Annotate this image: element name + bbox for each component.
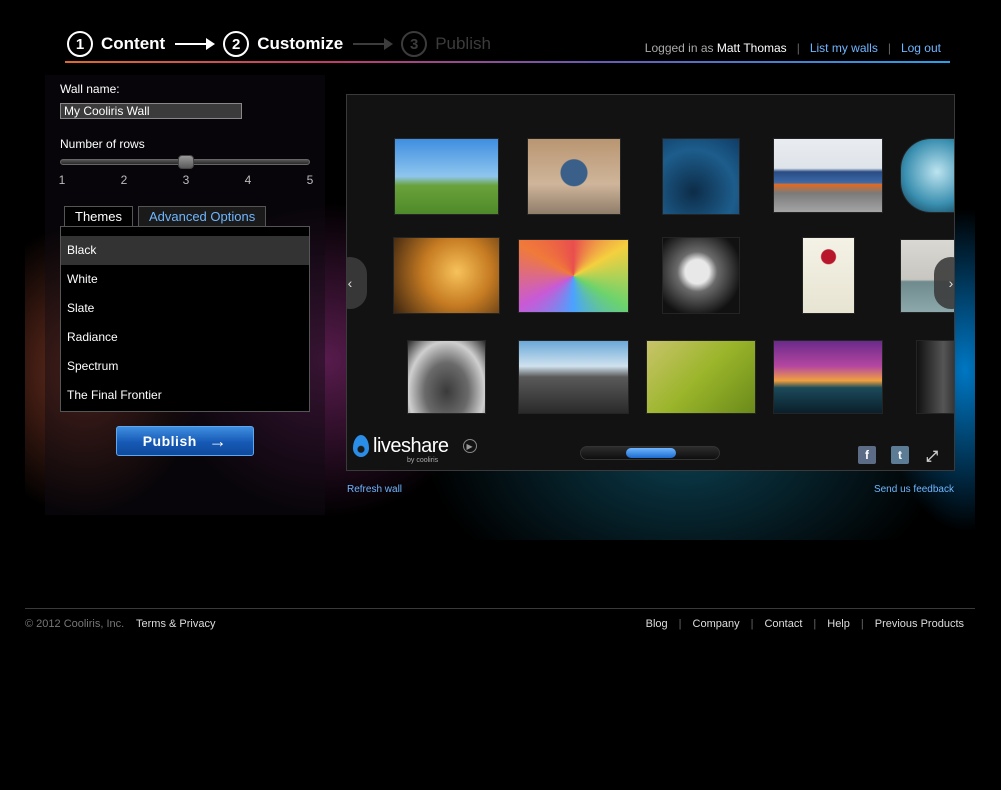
play-icon[interactable]: ▶	[462, 439, 477, 453]
separator: |	[887, 41, 891, 55]
brand-name: liveshare	[373, 435, 449, 457]
chevron-right-icon[interactable]: ›	[934, 257, 954, 309]
expand-icon[interactable]: ⤢	[923, 447, 941, 465]
photo-thumbnail[interactable]	[663, 238, 739, 313]
photo-thumbnail[interactable]	[663, 139, 739, 214]
separator: |	[750, 618, 754, 630]
photo-thumbnail[interactable]	[774, 341, 882, 413]
step-arrow-icon	[175, 38, 216, 50]
tab-themes[interactable]: Themes	[64, 206, 133, 227]
publish-label: Publish	[142, 433, 197, 449]
terms-privacy-link[interactable]: Terms & Privacy	[136, 618, 215, 630]
tab-advanced-options[interactable]: Advanced Options	[137, 206, 267, 226]
send-feedback-link[interactable]: Send us feedback	[874, 484, 954, 495]
arrow-right-icon: →	[208, 430, 228, 451]
footer-divider	[25, 608, 975, 609]
step-label: Publish	[435, 34, 491, 53]
separator: |	[813, 618, 817, 630]
theme-item-radiance[interactable]: Radiance	[61, 323, 309, 352]
user-name: Matt Thomas	[716, 41, 787, 55]
photo-thumbnail[interactable]	[519, 240, 628, 312]
rows-tick: 5	[306, 173, 314, 187]
step-content[interactable]: 1 Content	[67, 31, 165, 57]
footer-link-contact[interactable]: Contact	[764, 618, 802, 630]
wizard-steps: 1 Content 2 Customize 3 Publish	[67, 30, 491, 58]
photo-thumbnail[interactable]	[519, 341, 628, 413]
footer-link-previous-products[interactable]: Previous Products	[875, 618, 964, 630]
step-number: 3	[401, 31, 428, 57]
photo-thumbnail[interactable]	[803, 238, 854, 313]
footer-link-company[interactable]: Company	[693, 618, 740, 630]
separator: |	[678, 618, 682, 630]
rows-slider-thumb[interactable]	[178, 155, 194, 169]
rows-label: Number of rows	[60, 137, 145, 151]
theme-item-final-frontier[interactable]: The Final Frontier	[61, 381, 309, 410]
list-walls-link[interactable]: List my walls	[810, 41, 878, 55]
step-customize[interactable]: 2 Customize	[223, 31, 343, 57]
photo-thumbnail[interactable]	[917, 341, 954, 413]
theme-item-black[interactable]: Black	[61, 236, 309, 265]
theme-item-spectrum[interactable]: Spectrum	[61, 352, 309, 381]
step-number: 1	[67, 31, 93, 57]
rows-tick: 1	[58, 173, 66, 187]
step-label: Customize	[257, 34, 344, 53]
logged-in-text: Logged in as Matt Thomas	[644, 41, 787, 55]
photo-thumbnail[interactable]	[394, 238, 499, 313]
theme-item-white[interactable]: White	[61, 265, 309, 294]
separator: |	[860, 618, 864, 630]
rows-tick: 3	[182, 173, 190, 187]
options-tabs: Themes Advanced Options	[64, 206, 267, 227]
wall-scrollbar[interactable]	[580, 446, 720, 460]
footer-link-blog[interactable]: Blog	[646, 618, 668, 630]
photo-thumbnail[interactable]	[395, 139, 498, 214]
step-number: 2	[223, 31, 250, 57]
facebook-icon[interactable]: f	[858, 446, 876, 464]
user-nav: Logged in as Matt Thomas | List my walls…	[645, 41, 941, 55]
separator: |	[796, 41, 800, 55]
photo-thumbnail[interactable]	[901, 139, 954, 212]
brand-sub: by cooliris	[407, 457, 439, 464]
photo-thumbnail[interactable]	[408, 341, 485, 413]
theme-item-slate[interactable]: Slate	[61, 294, 309, 323]
twitter-icon[interactable]: t	[891, 446, 909, 464]
log-out-link[interactable]: Log out	[901, 41, 941, 55]
refresh-wall-link[interactable]: Refresh wall	[347, 484, 402, 495]
footer-link-help[interactable]: Help	[827, 618, 850, 630]
rows-tick: 2	[120, 173, 128, 187]
wall-preview[interactable]: ‹ › liveshare by cooliris ▶ f t ⤢	[346, 94, 955, 471]
step-publish: 3 Publish	[401, 31, 491, 57]
photo-thumbnail[interactable]	[528, 139, 620, 214]
publish-button[interactable]: Publish →	[116, 426, 254, 456]
step-label: Content	[101, 34, 166, 53]
theme-list: Black White Slate Radiance Spectrum The …	[60, 226, 310, 412]
liveshare-logo: liveshare by cooliris ▶	[353, 435, 477, 464]
wall-name-input[interactable]	[60, 103, 242, 119]
wall-name-label: Wall name:	[60, 82, 120, 96]
wall-scrollbar-thumb[interactable]	[626, 448, 676, 458]
step-arrow-icon	[353, 38, 394, 50]
rows-tick: 4	[244, 173, 252, 187]
photo-thumbnail[interactable]	[774, 139, 882, 212]
flame-icon	[353, 435, 369, 457]
footer-links: Blog | Company | Contact | Help | Previo…	[646, 618, 964, 630]
photo-thumbnail[interactable]	[647, 341, 755, 413]
steps-divider	[65, 61, 950, 63]
copyright-text: © 2012 Cooliris, Inc.	[25, 618, 125, 630]
chevron-left-icon[interactable]: ‹	[347, 257, 367, 309]
